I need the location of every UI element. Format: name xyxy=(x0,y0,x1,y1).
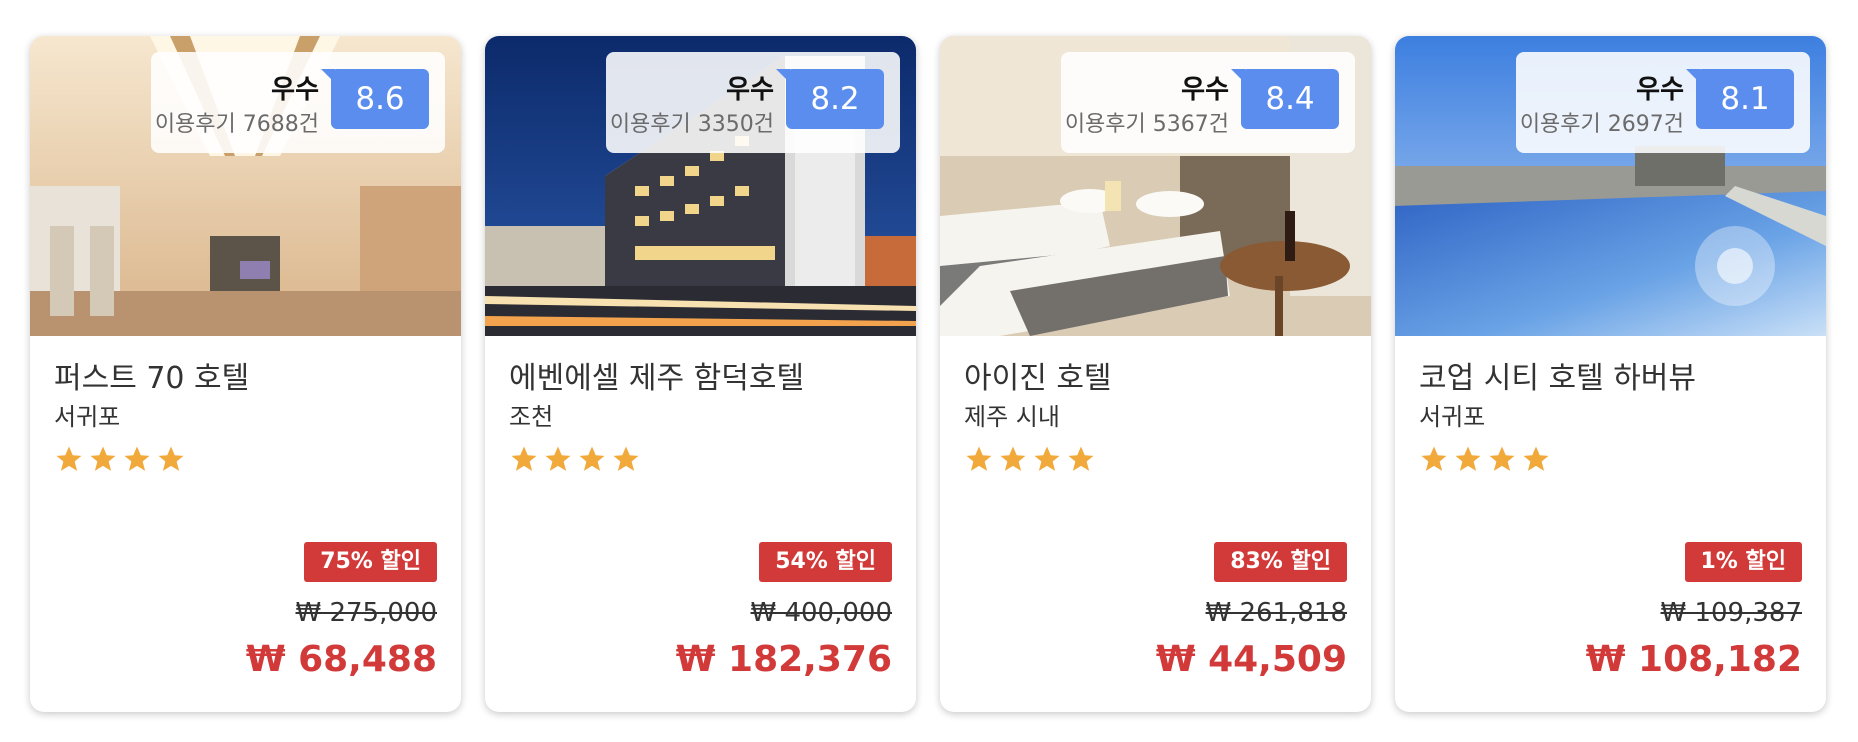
rating-grade: 우수 xyxy=(271,75,319,105)
final-price: ₩ 68,488 xyxy=(245,639,437,680)
hotel-name[interactable]: 퍼스트 70 호텔 xyxy=(54,358,437,400)
star-icon xyxy=(579,446,605,471)
star-icon xyxy=(1068,446,1094,471)
hotel-card[interactable]: 우수 이용후기 2697건 8.1 코업 시티 호텔 하버뷰 서귀포 1% 할인… xyxy=(1395,36,1826,712)
hotel-area: 서귀포 xyxy=(1419,403,1486,431)
review-count: 이용후기 3350건 xyxy=(609,112,774,137)
hotel-card[interactable]: 우수 이용후기 5367건 8.4 아이진 호텔 제주 시내 83% 할인 ₩ … xyxy=(940,36,1371,712)
rating-badge: 우수 이용후기 5367건 8.4 xyxy=(1061,52,1355,153)
review-count: 이용후기 5367건 xyxy=(1064,112,1229,137)
discount-badge: 54% 할인 xyxy=(759,542,892,582)
price-box: 83% 할인 ₩ 261,818 ₩ 44,509 xyxy=(1156,542,1347,682)
discount-badge: 83% 할인 xyxy=(1214,542,1347,582)
price-box: 54% 할인 ₩ 400,000 ₩ 182,376 xyxy=(676,542,892,682)
original-price: ₩ 109,387 xyxy=(1660,598,1803,628)
star-rating xyxy=(964,444,1347,478)
rating-badge: 우수 이용후기 7688건 8.6 xyxy=(151,52,445,153)
original-price: ₩ 400,000 xyxy=(750,598,893,628)
star-icon xyxy=(124,446,150,471)
score-value: 8.6 xyxy=(355,81,405,117)
star-icon xyxy=(1034,446,1060,471)
star-rating xyxy=(54,444,437,478)
final-price: ₩ 108,182 xyxy=(1585,639,1802,680)
star-icon xyxy=(1455,446,1481,471)
hotel-night-exterior-photo[interactable]: 우수 이용후기 3350건 8.2 xyxy=(485,36,916,336)
star-icon xyxy=(158,446,184,471)
score-value: 8.4 xyxy=(1265,81,1315,117)
final-price: ₩ 44,509 xyxy=(1155,639,1347,680)
star-rating xyxy=(1419,444,1802,478)
score-badge: 8.1 xyxy=(1686,69,1794,129)
star-rating xyxy=(509,444,892,478)
hotel-area: 조천 xyxy=(509,403,554,431)
star-icon xyxy=(90,446,116,471)
hotel-card-list: 우수 이용후기 7688건 8.6 퍼스트 70 호텔 서귀포 75% 할인 ₩… xyxy=(30,36,1826,712)
star-icon xyxy=(511,446,537,471)
score-badge: 8.4 xyxy=(1231,69,1339,129)
hotel-area: 제주 시내 xyxy=(964,403,1060,431)
review-count: 이용후기 2697건 xyxy=(1519,112,1684,137)
rating-grade: 우수 xyxy=(726,75,774,105)
rating-badge: 우수 이용후기 3350건 8.2 xyxy=(606,52,900,153)
score-badge: 8.2 xyxy=(776,69,884,129)
discount-badge: 75% 할인 xyxy=(304,542,437,582)
star-icon xyxy=(56,446,82,471)
score-value: 8.2 xyxy=(810,81,860,117)
star-icon xyxy=(545,446,571,471)
discount-badge: 1% 할인 xyxy=(1684,542,1802,582)
hotel-twin-room-photo[interactable]: 우수 이용후기 5367건 8.4 xyxy=(940,36,1371,336)
hotel-card[interactable]: 우수 이용후기 3350건 8.2 에벤에셀 제주 함덕호텔 조천 54% 할인… xyxy=(485,36,916,712)
original-price: ₩ 261,818 xyxy=(1205,598,1348,628)
review-count: 이용후기 7688건 xyxy=(154,112,319,137)
hotel-area: 서귀포 xyxy=(54,403,121,431)
star-icon xyxy=(1000,446,1026,471)
star-icon xyxy=(613,446,639,471)
hotel-name[interactable]: 코업 시티 호텔 하버뷰 xyxy=(1419,358,1802,400)
star-icon xyxy=(1489,446,1515,471)
hotel-name[interactable]: 에벤에셀 제주 함덕호텔 xyxy=(509,358,892,400)
hotel-card[interactable]: 우수 이용후기 7688건 8.6 퍼스트 70 호텔 서귀포 75% 할인 ₩… xyxy=(30,36,461,712)
hotel-name[interactable]: 아이진 호텔 xyxy=(964,358,1347,400)
original-price: ₩ 275,000 xyxy=(295,598,438,628)
rating-grade: 우수 xyxy=(1636,75,1684,105)
star-icon xyxy=(966,446,992,471)
price-box: 75% 할인 ₩ 275,000 ₩ 68,488 xyxy=(246,542,437,682)
rating-badge: 우수 이용후기 2697건 8.1 xyxy=(1516,52,1810,153)
final-price: ₩ 182,376 xyxy=(675,639,892,680)
price-box: 1% 할인 ₩ 109,387 ₩ 108,182 xyxy=(1586,542,1802,682)
star-icon xyxy=(1523,446,1549,471)
score-value: 8.1 xyxy=(1720,81,1770,117)
score-badge: 8.6 xyxy=(321,69,429,129)
star-icon xyxy=(1421,446,1447,471)
hotel-rooftop-pool-photo[interactable]: 우수 이용후기 2697건 8.1 xyxy=(1395,36,1826,336)
hotel-lobby-photo[interactable]: 우수 이용후기 7688건 8.6 xyxy=(30,36,461,336)
rating-grade: 우수 xyxy=(1181,75,1229,105)
